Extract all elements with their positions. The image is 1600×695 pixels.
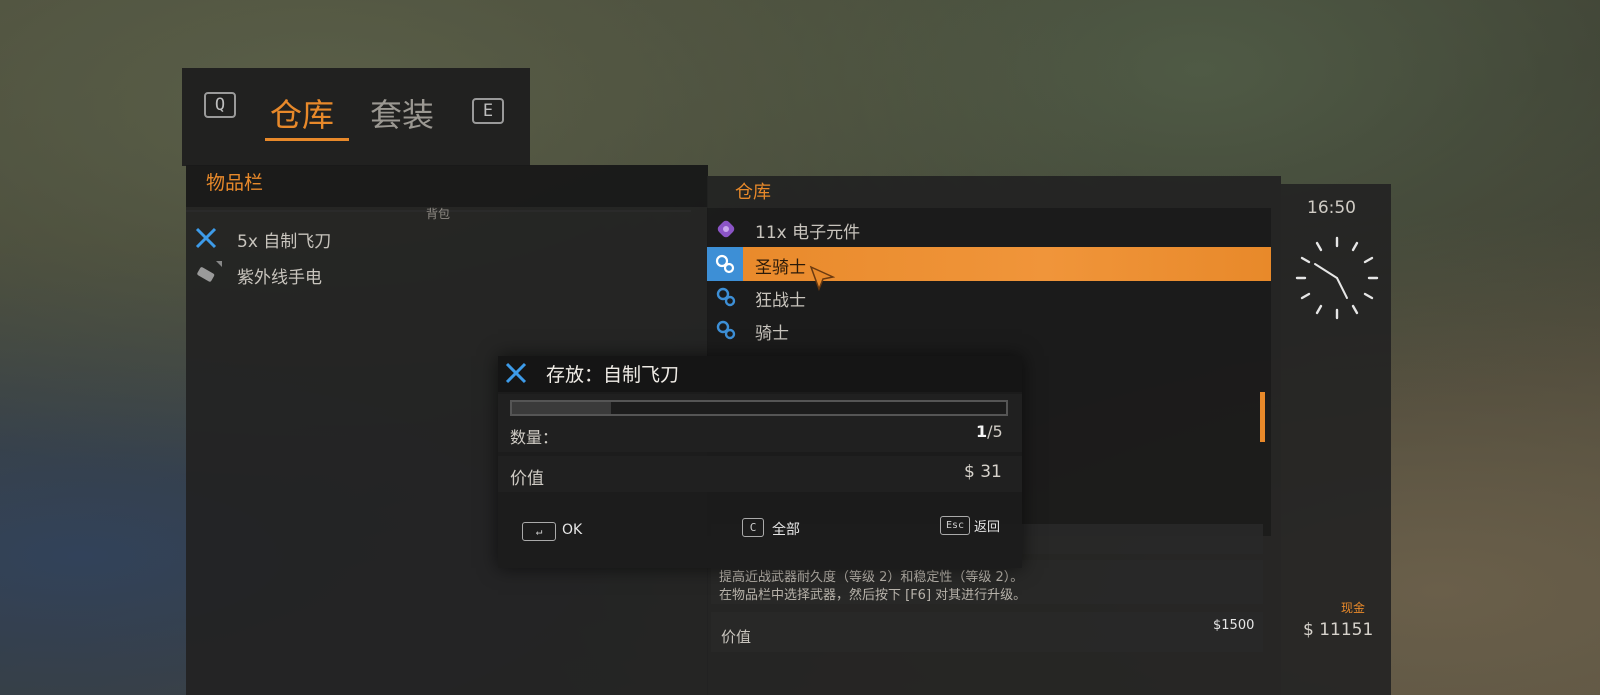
- value-row: 价值 $ 31: [498, 456, 1022, 492]
- backpack-section-label: 背包: [426, 207, 451, 221]
- c-key-icon: C: [742, 518, 764, 537]
- storage-item-label: 圣骑士: [755, 258, 806, 278]
- storage-item-label: 11x 电子元件: [755, 223, 861, 243]
- quantity-label: 数量：: [510, 428, 559, 447]
- inventory-item-label: 5x 自制飞刀: [237, 232, 332, 252]
- tab-storage[interactable]: 仓库: [270, 90, 334, 136]
- storage-item-selected[interactable]: 圣骑士: [707, 247, 1271, 291]
- active-tab-indicator: [265, 138, 349, 141]
- dialog-title: 存放：自制飞刀: [546, 364, 680, 386]
- quantity-value: 1/5: [976, 422, 1003, 441]
- storage-item[interactable]: 11x 电子元件: [707, 212, 1271, 246]
- quantity-total: /5: [987, 422, 1003, 441]
- tab-prev-key[interactable]: Q: [204, 92, 236, 118]
- upgrade-gear-icon: [715, 254, 735, 274]
- dialog-value-amount: $ 31: [964, 462, 1002, 482]
- selected-icon-box: [707, 247, 743, 281]
- cash-label: 现金: [1341, 601, 1366, 615]
- uv-flashlight-icon: [197, 261, 222, 282]
- tab-bar: Q 仓库 套装 E: [182, 68, 530, 166]
- analog-clock-icon: [1295, 236, 1379, 320]
- inventory-item[interactable]: 5x 自制飞刀: [186, 223, 691, 253]
- storage-scrollbar[interactable]: [1260, 392, 1265, 442]
- inventory-item[interactable]: 紫外线手电: [186, 259, 691, 289]
- quantity-slider-fill: [512, 402, 611, 414]
- description-line-2: 在物品栏中选择武器，然后按下 [F6] 对其进行升级。: [719, 588, 1027, 603]
- ok-button[interactable]: ↵ OK: [522, 522, 602, 544]
- clock-panel: 16:50 现金 $ 11151: [1281, 184, 1391, 695]
- esc-key-icon: Esc: [940, 516, 970, 535]
- ok-label: OK: [562, 522, 583, 538]
- inventory-item-label: 紫外线手电: [237, 268, 322, 288]
- throwing-knife-icon: [195, 227, 217, 249]
- item-value-amount: $1500: [1213, 618, 1255, 633]
- storage-item-label: 骑士: [755, 324, 789, 344]
- back-button[interactable]: Esc 返回: [940, 516, 1020, 538]
- storage-title: 仓库: [735, 182, 771, 203]
- tab-outfits[interactable]: 套装: [370, 90, 434, 136]
- upgrade-gear-icon: [716, 287, 736, 307]
- back-label: 返回: [974, 520, 1001, 535]
- dialog-title-bar: 存放：自制飞刀: [498, 356, 1022, 392]
- storage-item-label: 狂战士: [755, 291, 806, 311]
- storage-item[interactable]: 骑士: [707, 313, 1271, 347]
- quantity-row: 数量： 1/5: [498, 394, 1022, 452]
- quantity-current: 1: [976, 422, 988, 441]
- cash-amount: $ 11151: [1303, 620, 1374, 640]
- clock-time: 16:50: [1307, 198, 1356, 218]
- item-value-label: 价值: [721, 628, 752, 646]
- all-button[interactable]: C 全部: [742, 518, 822, 540]
- dialog-value-label: 价值: [510, 469, 544, 489]
- storage-item[interactable]: 狂战士: [707, 280, 1271, 314]
- description-line-1: 提高近战武器耐久度（等级 2）和稳定性（等级 2）。: [719, 570, 1024, 585]
- inventory-title: 物品栏: [206, 172, 264, 194]
- enter-key-icon: ↵: [522, 522, 556, 541]
- electronic-parts-icon: [717, 220, 735, 238]
- throwing-knife-icon: [505, 362, 527, 384]
- inventory-header: 物品栏: [186, 165, 708, 207]
- dialog-footer: ↵ OK C 全部 Esc 返回: [498, 498, 1022, 568]
- all-label: 全部: [772, 522, 800, 538]
- quantity-slider[interactable]: [510, 400, 1008, 416]
- tab-next-key[interactable]: E: [472, 98, 504, 124]
- upgrade-gear-icon: [716, 320, 736, 340]
- item-value-box: 价值 $1500: [711, 612, 1263, 652]
- store-dialog: 存放：自制飞刀 数量： 1/5 价值 $ 31 ↵ OK C 全部 Esc 返回: [498, 356, 1022, 568]
